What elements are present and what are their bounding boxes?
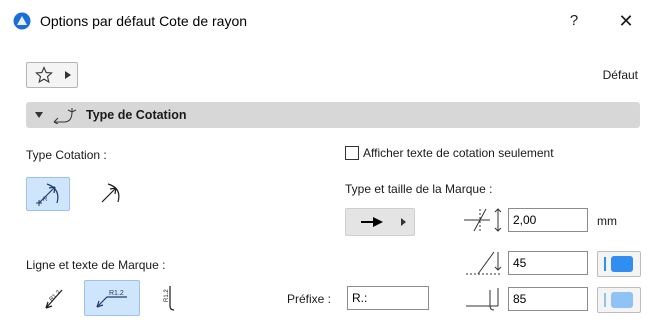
marker-line-option-horizontal[interactable]: R1.2: [84, 280, 140, 316]
archicad-app-icon: [13, 12, 31, 30]
radius-with-center-icon: R: [36, 183, 59, 206]
prefix-input[interactable]: [347, 286, 429, 310]
favorites-button[interactable]: [26, 62, 78, 88]
text-only-checkbox[interactable]: [345, 146, 359, 160]
marker-line-option-vertical[interactable]: R1.2: [152, 284, 186, 312]
title-bar: Options par défaut Cote de rayon ? ✕: [0, 0, 652, 42]
radius-arrow-icon: [101, 183, 120, 203]
default-label: Défaut: [602, 68, 638, 82]
star-icon: [35, 66, 53, 84]
marker-angle-icon: [466, 251, 502, 275]
caret-right-icon: [401, 218, 406, 226]
window-title: Options par défaut Cote de rayon: [40, 13, 248, 29]
text-aligned-icon: R1.2: [45, 289, 63, 309]
dimension-type-option-arrow[interactable]: [92, 177, 126, 209]
toggle-bar: [604, 257, 606, 271]
marker-line-option-label: R1.2: [109, 290, 124, 297]
text-only-label: Afficher texte de cotation seulement: [363, 146, 554, 160]
marker-line-option-aligned[interactable]: R1.2: [34, 284, 76, 312]
caret-right-icon: [65, 71, 71, 79]
toggle-bar: [604, 293, 606, 307]
section-header-dimension-type[interactable]: Type de Cotation: [26, 102, 640, 128]
close-button[interactable]: ✕: [614, 9, 638, 33]
text-vertical-icon: R1.2: [164, 286, 175, 311]
arrow-marker-icon: [361, 217, 383, 227]
color-swatch: [611, 292, 633, 308]
chevron-down-icon: [35, 112, 43, 118]
marker-size-unit: mm: [597, 214, 617, 228]
marker-angle-pen-toggle[interactable]: [597, 251, 641, 277]
prefix-label: Préfixe :: [287, 292, 332, 306]
marker-line-option-label: R1.2: [164, 289, 170, 302]
dimension-type-label: Type Cotation :: [26, 148, 107, 162]
marker-type-label: Type et taille de la Marque :: [345, 182, 493, 196]
radius-dimension-icon: [53, 108, 77, 124]
help-button[interactable]: ?: [562, 9, 586, 33]
svg-text:R: R: [43, 197, 48, 203]
dimension-type-option-center[interactable]: R: [26, 177, 70, 211]
marker-size-icon: [464, 208, 502, 232]
marker-pen-input[interactable]: [508, 287, 588, 311]
marker-line-label: Ligne et texte de Marque :: [26, 258, 166, 272]
section-title: Type de Cotation: [86, 108, 187, 122]
marker-size-input[interactable]: [508, 208, 588, 232]
marker-pen-toggle[interactable]: [597, 287, 641, 313]
color-swatch: [611, 256, 633, 272]
text-horizontal-icon: R1.2: [96, 290, 127, 308]
marker-pen-icon: [466, 288, 499, 311]
marker-type-button[interactable]: [345, 208, 415, 236]
marker-angle-input[interactable]: [508, 251, 588, 275]
